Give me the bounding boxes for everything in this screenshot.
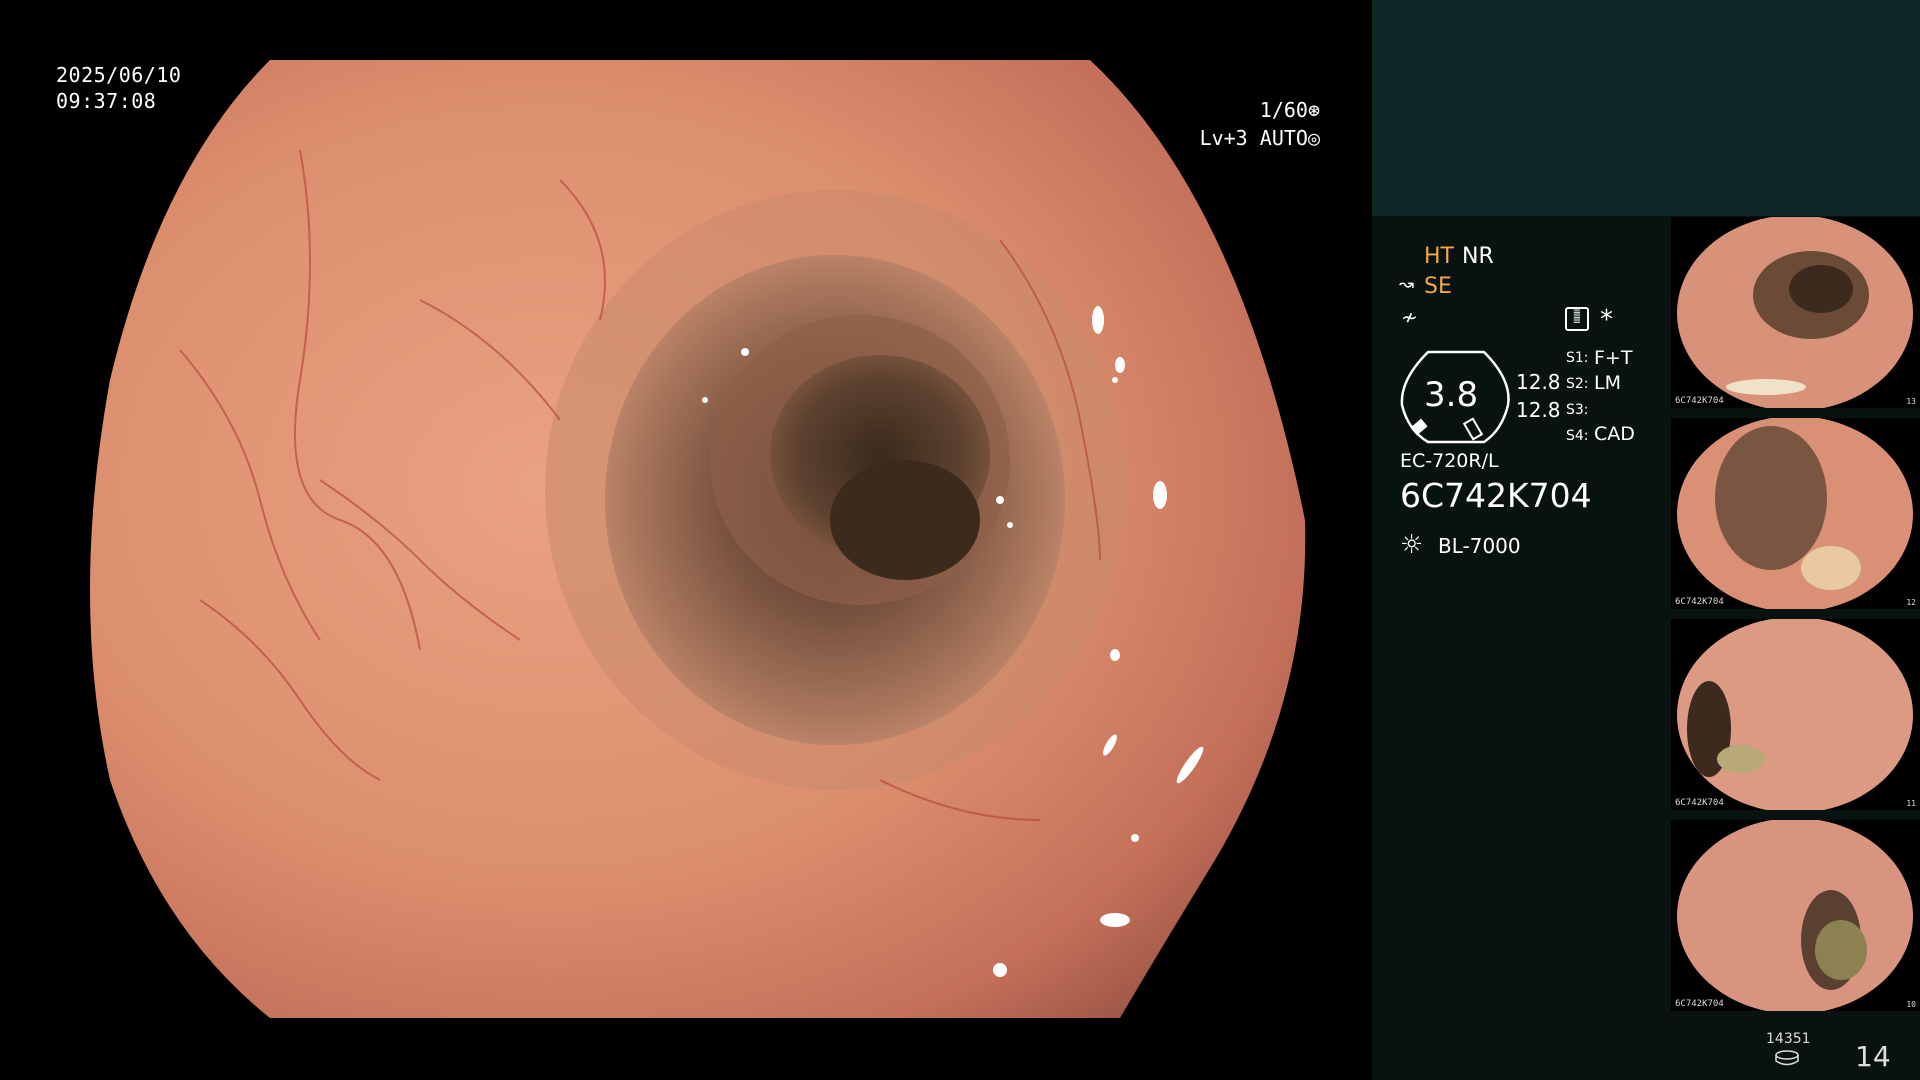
shutter-speed: 1/60 xyxy=(1259,98,1308,122)
thumbnail-image xyxy=(1677,418,1913,609)
thumbnail-1[interactable]: 6C742K704 13 xyxy=(1671,217,1920,408)
date-text: 2025/06/10 xyxy=(56,63,182,87)
gauge-bottom-value: 12.8 xyxy=(1516,398,1561,422)
thumbnail-number: 12 xyxy=(1906,598,1916,607)
slash-icon: ≁ xyxy=(1401,305,1418,329)
asterisk-icon: * xyxy=(1600,305,1613,335)
exposure-mode: AUTO xyxy=(1259,126,1308,150)
thumbnail-label: 6C742K704 xyxy=(1675,999,1724,1009)
s2-value: LM xyxy=(1594,372,1621,394)
panel-header xyxy=(1372,0,1920,216)
storage-icon xyxy=(1775,1050,1799,1066)
page-number: 14 xyxy=(1855,1040,1891,1073)
light-source-model: BL-7000 xyxy=(1438,534,1521,558)
thumbnail-image xyxy=(1677,619,1913,810)
thumbnail-number: 13 xyxy=(1906,397,1916,406)
s4-key: S4: xyxy=(1566,428,1589,444)
time-text: 09:37:08 xyxy=(56,89,157,113)
gauge-top-value: 12.8 xyxy=(1516,370,1561,394)
light-source-icon: ☼ xyxy=(1400,530,1424,560)
endoscopy-image xyxy=(90,60,1306,1018)
enhancement-icon: ↝ xyxy=(1399,274,1415,295)
thumbnail-3[interactable]: 6C742K704 11 xyxy=(1671,619,1920,810)
thumbnail-label: 6C742K704 xyxy=(1675,396,1724,406)
ht-label: HT xyxy=(1424,244,1454,269)
s2-key: S2: xyxy=(1566,376,1589,392)
gauge-value: 3.8 xyxy=(1424,375,1479,415)
level-row: Lv+3 AUTO◎ xyxy=(1180,124,1320,152)
brightness-level: Lv+3 xyxy=(1199,126,1248,150)
thumbnail-list[interactable]: 6C742K704 13 6C742K704 12 6C742K704 11 6… xyxy=(1671,217,1920,1021)
storage-count: 14351 xyxy=(1766,1031,1811,1047)
thumbnail-4[interactable]: 6C742K704 10 xyxy=(1671,820,1920,1011)
exposure-info: 1/60⊛ Lv+3 AUTO◎ xyxy=(1180,96,1320,152)
datetime-display: 2025/06/10 09:37:08 xyxy=(56,62,181,114)
thumbnail-number: 11 xyxy=(1906,799,1916,808)
record-icon: ≡ ≡ ≡ xyxy=(1565,307,1589,331)
shutter-row: 1/60⊛ xyxy=(1180,96,1320,124)
thumbnail-number: 10 xyxy=(1906,1000,1916,1009)
shutter-icon: ⊛ xyxy=(1307,98,1320,122)
auto-iris-icon: ◎ xyxy=(1307,126,1320,150)
thumbnail-label: 6C742K704 xyxy=(1675,597,1724,607)
se-label: SE xyxy=(1424,274,1452,299)
endoscopy-view: 2025/06/10 09:37:08 1/60⊛ Lv+3 AUTO◎ xyxy=(0,0,1372,1080)
s1-key: S1: xyxy=(1566,350,1589,366)
nr-label: NR xyxy=(1462,244,1494,269)
s1-value: F+T xyxy=(1594,347,1633,369)
thumbnail-image xyxy=(1677,820,1913,1011)
thumbnail-label: 6C742K704 xyxy=(1675,798,1724,808)
s4-value: CAD xyxy=(1594,423,1635,445)
thumbnail-image xyxy=(1677,217,1913,408)
thumbnail-2[interactable]: 6C742K704 12 xyxy=(1671,418,1920,609)
s3-key: S3: xyxy=(1566,402,1589,418)
scope-model: EC-720R/L xyxy=(1400,450,1499,472)
scope-serial: 6C742K704 xyxy=(1400,476,1592,515)
